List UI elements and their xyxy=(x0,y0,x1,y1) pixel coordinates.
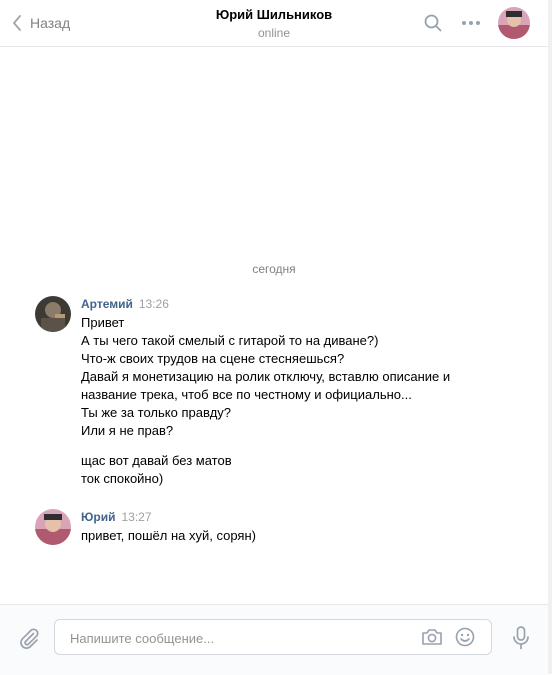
sender-avatar[interactable] xyxy=(35,296,71,332)
message-line: Давай я монетизацию на ролик отключу, вс… xyxy=(81,369,451,384)
contact-avatar[interactable] xyxy=(498,7,530,39)
scrollbar[interactable] xyxy=(548,0,552,674)
message-line: Что-ж своих трудов на сцене стесняешься? xyxy=(81,351,345,366)
message-header: Артемий 13:26 xyxy=(81,296,169,312)
attach-button[interactable] xyxy=(18,627,40,654)
smile-icon xyxy=(455,627,475,647)
message-text: привет, пошёл на хуй, сорян) xyxy=(81,527,521,545)
message-time: 13:26 xyxy=(138,297,169,311)
avatar-image xyxy=(35,509,71,545)
message-line: А ты чего такой смелый с гитарой то на д… xyxy=(81,333,379,348)
more-button[interactable] xyxy=(460,12,482,34)
message-line: название трека, чтоб все по честному и о… xyxy=(81,387,412,402)
message-text: Привет А ты чего такой смелый с гитарой … xyxy=(81,314,521,488)
avatar-image xyxy=(35,296,71,332)
microphone-icon xyxy=(513,626,529,650)
message-line: Или я не прав? xyxy=(81,423,174,438)
message-line: привет, пошёл на хуй, сорян) xyxy=(81,528,256,543)
emoji-button[interactable] xyxy=(455,627,475,652)
message-line: щас вот давай без матов xyxy=(81,453,232,468)
author-name[interactable]: Артемий xyxy=(81,297,133,311)
message-input-box xyxy=(54,619,492,656)
photo-button[interactable] xyxy=(421,627,443,652)
date-separator: сегодня xyxy=(252,262,296,276)
chat-header: Назад Юрий Шильников online xyxy=(0,0,548,47)
sender-avatar[interactable] xyxy=(35,509,71,545)
voice-message-button[interactable] xyxy=(512,626,530,655)
search-icon xyxy=(424,14,442,32)
message-line: Привет xyxy=(81,315,125,330)
message-gap xyxy=(81,440,521,452)
message-time: 13:27 xyxy=(121,510,152,524)
author-name[interactable]: Юрий xyxy=(81,510,115,524)
message-line: Ты же за только правду? xyxy=(81,405,232,420)
contact-avatar-image xyxy=(498,7,530,39)
search-button[interactable] xyxy=(422,12,444,34)
message-line: ток спокойно) xyxy=(81,471,164,486)
message-composer xyxy=(0,604,548,675)
paperclip-icon xyxy=(20,628,39,649)
camera-icon xyxy=(422,629,442,645)
more-dots-icon xyxy=(462,21,480,25)
message-header: Юрий 13:27 xyxy=(81,509,152,525)
message-input[interactable] xyxy=(68,620,412,656)
